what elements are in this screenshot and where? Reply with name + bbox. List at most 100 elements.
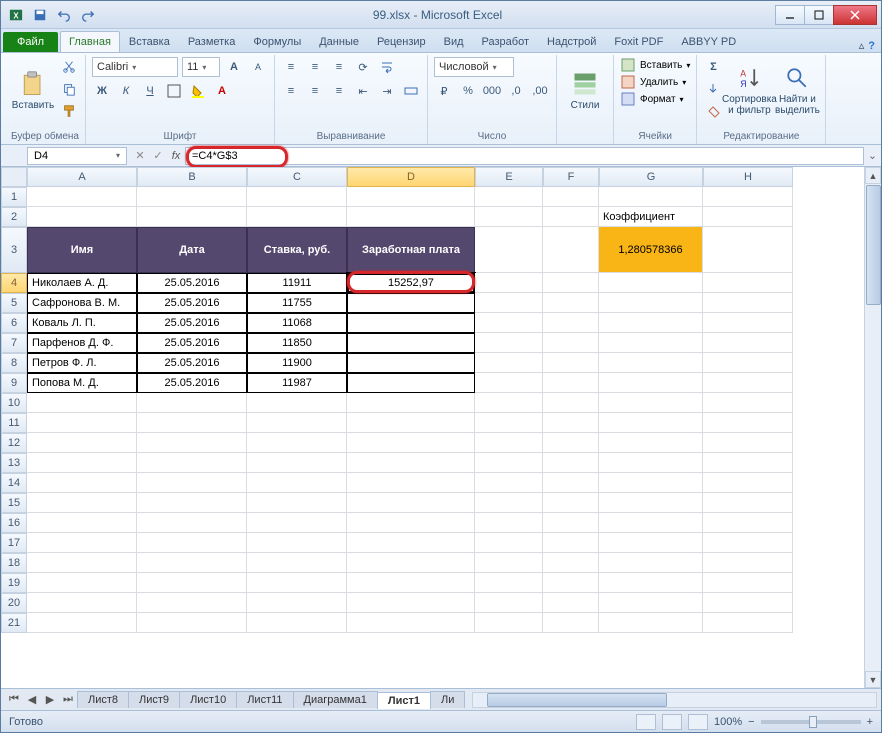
tab-home[interactable]: Главная bbox=[60, 31, 120, 52]
col-header[interactable]: F bbox=[543, 167, 599, 187]
sheet-tab-active[interactable]: Лист1 bbox=[377, 692, 431, 709]
col-header[interactable]: E bbox=[475, 167, 543, 187]
tab-layout[interactable]: Разметка bbox=[179, 31, 245, 52]
name-box[interactable]: D4▾ bbox=[27, 147, 127, 165]
align-left-icon[interactable]: ≡ bbox=[281, 81, 301, 101]
vertical-scrollbar[interactable]: ▲ ▼ bbox=[864, 167, 881, 688]
sheet-tab[interactable]: Диаграмма1 bbox=[293, 691, 378, 708]
page-break-view-icon[interactable] bbox=[688, 714, 708, 730]
coef-label-cell[interactable]: Коэффициент bbox=[599, 207, 703, 227]
align-mid-icon[interactable]: ≡ bbox=[305, 57, 325, 77]
sheet-tab[interactable]: Лист11 bbox=[236, 691, 293, 708]
row-header[interactable]: 4 bbox=[1, 273, 27, 293]
coef-value-cell[interactable]: 1,280578366 bbox=[599, 227, 703, 273]
cancel-formula-icon[interactable]: ✕ bbox=[131, 149, 149, 162]
wrap-text-icon[interactable] bbox=[377, 57, 397, 77]
align-center-icon[interactable]: ≡ bbox=[305, 81, 325, 101]
expand-formula-icon[interactable]: ⌄ bbox=[864, 149, 881, 162]
row-header[interactable]: 1 bbox=[1, 187, 27, 207]
find-select-button[interactable]: Найти и выделить bbox=[775, 57, 819, 123]
align-right-icon[interactable]: ≡ bbox=[329, 81, 349, 101]
grid[interactable]: A B C D E F G H 1 2 Коэффициент 3 Имя Да… bbox=[1, 167, 864, 633]
increase-indent-icon[interactable]: ⇥ bbox=[377, 81, 397, 101]
border-icon[interactable] bbox=[164, 81, 184, 101]
row-header[interactable]: 9 bbox=[1, 373, 27, 393]
fx-icon[interactable]: fx bbox=[167, 150, 185, 162]
row-header[interactable]: 5 bbox=[1, 293, 27, 313]
tab-data[interactable]: Данные bbox=[310, 31, 368, 52]
formula-bar[interactable]: =C4*G$3 bbox=[185, 147, 864, 165]
sheet-nav-last-icon[interactable]: ⏭ bbox=[59, 691, 77, 709]
delete-cells-button[interactable]: Удалить▾ bbox=[620, 74, 686, 90]
number-format-combo[interactable]: Числовой▾ bbox=[434, 57, 514, 77]
help-icon[interactable]: ? bbox=[868, 40, 875, 52]
close-button[interactable] bbox=[833, 5, 877, 25]
cut-icon[interactable] bbox=[59, 57, 79, 77]
file-tab[interactable]: Файл bbox=[3, 32, 58, 52]
select-all-corner[interactable] bbox=[1, 167, 27, 187]
normal-view-icon[interactable] bbox=[636, 714, 656, 730]
row-header[interactable]: 8 bbox=[1, 353, 27, 373]
format-painter-icon[interactable] bbox=[59, 101, 79, 121]
merge-icon[interactable] bbox=[401, 81, 421, 101]
tab-developer[interactable]: Разработ bbox=[473, 31, 538, 52]
zoom-level[interactable]: 100% bbox=[714, 716, 742, 728]
sheet-tab[interactable]: Лист8 bbox=[77, 691, 129, 708]
col-header[interactable]: G bbox=[599, 167, 703, 187]
cell-salary-selected[interactable]: 15252,97 bbox=[347, 273, 475, 293]
sheet-tab[interactable]: Лист9 bbox=[128, 691, 180, 708]
sort-filter-button[interactable]: АЯ Сортировка и фильтр bbox=[727, 57, 771, 123]
zoom-in-icon[interactable]: + bbox=[867, 716, 873, 728]
redo-icon[interactable] bbox=[77, 4, 99, 26]
italic-icon[interactable]: К bbox=[116, 81, 136, 101]
orientation-icon[interactable]: ⟳ bbox=[353, 57, 373, 77]
sheet-tab[interactable]: Ли bbox=[430, 691, 465, 708]
row-header[interactable]: 3 bbox=[1, 227, 27, 273]
tab-view[interactable]: Вид bbox=[435, 31, 473, 52]
header-name[interactable]: Имя bbox=[27, 227, 137, 273]
enter-formula-icon[interactable]: ✓ bbox=[149, 149, 167, 162]
decrease-decimal-icon[interactable]: ,00 bbox=[530, 81, 550, 101]
styles-button[interactable]: Стили bbox=[563, 57, 607, 123]
tab-formulas[interactable]: Формулы bbox=[244, 31, 310, 52]
ribbon-minimize-icon[interactable]: ▵ bbox=[859, 39, 865, 52]
maximize-button[interactable] bbox=[804, 5, 834, 25]
fill-color-icon[interactable] bbox=[188, 81, 208, 101]
zoom-slider[interactable] bbox=[761, 720, 861, 724]
bold-icon[interactable]: Ж bbox=[92, 81, 112, 101]
autosum-icon[interactable]: Σ bbox=[703, 57, 723, 77]
align-top-icon[interactable]: ≡ bbox=[281, 57, 301, 77]
tab-review[interactable]: Рецензир bbox=[368, 31, 435, 52]
tab-insert[interactable]: Вставка bbox=[120, 31, 179, 52]
sheet-nav-first-icon[interactable]: ⏮ bbox=[5, 691, 23, 709]
underline-icon[interactable]: Ч bbox=[140, 81, 160, 101]
undo-icon[interactable] bbox=[53, 4, 75, 26]
cell-date[interactable]: 25.05.2016 bbox=[137, 273, 247, 293]
decrease-font-icon[interactable]: A bbox=[248, 57, 268, 77]
sheet-nav-next-icon[interactable]: ▶ bbox=[41, 691, 59, 709]
format-cells-button[interactable]: Формат▾ bbox=[620, 91, 684, 107]
row-header[interactable]: 6 bbox=[1, 313, 27, 333]
col-header[interactable]: H bbox=[703, 167, 793, 187]
comma-icon[interactable]: 000 bbox=[482, 81, 502, 101]
fill-icon[interactable] bbox=[703, 79, 723, 99]
percent-icon[interactable]: % bbox=[458, 81, 478, 101]
cell-name[interactable]: Николаев А. Д. bbox=[27, 273, 137, 293]
tab-foxit[interactable]: Foxit PDF bbox=[605, 31, 672, 52]
tab-abbyy[interactable]: ABBYY PD bbox=[672, 31, 745, 52]
header-salary[interactable]: Заработная плата bbox=[347, 227, 475, 273]
zoom-out-icon[interactable]: − bbox=[748, 716, 754, 728]
cell-rate[interactable]: 11911 bbox=[247, 273, 347, 293]
font-size-combo[interactable]: 11▾ bbox=[182, 57, 220, 77]
row-header[interactable]: 2 bbox=[1, 207, 27, 227]
header-rate[interactable]: Ставка, руб. bbox=[247, 227, 347, 273]
sheet-nav-prev-icon[interactable]: ◀ bbox=[23, 691, 41, 709]
insert-cells-button[interactable]: Вставить▾ bbox=[620, 57, 690, 73]
header-date[interactable]: Дата bbox=[137, 227, 247, 273]
save-icon[interactable] bbox=[29, 4, 51, 26]
paste-button[interactable]: Вставить bbox=[11, 57, 55, 123]
increase-font-icon[interactable]: A bbox=[224, 57, 244, 77]
font-color-icon[interactable]: A bbox=[212, 81, 232, 101]
currency-icon[interactable]: ₽ bbox=[434, 81, 454, 101]
row-header[interactable]: 7 bbox=[1, 333, 27, 353]
